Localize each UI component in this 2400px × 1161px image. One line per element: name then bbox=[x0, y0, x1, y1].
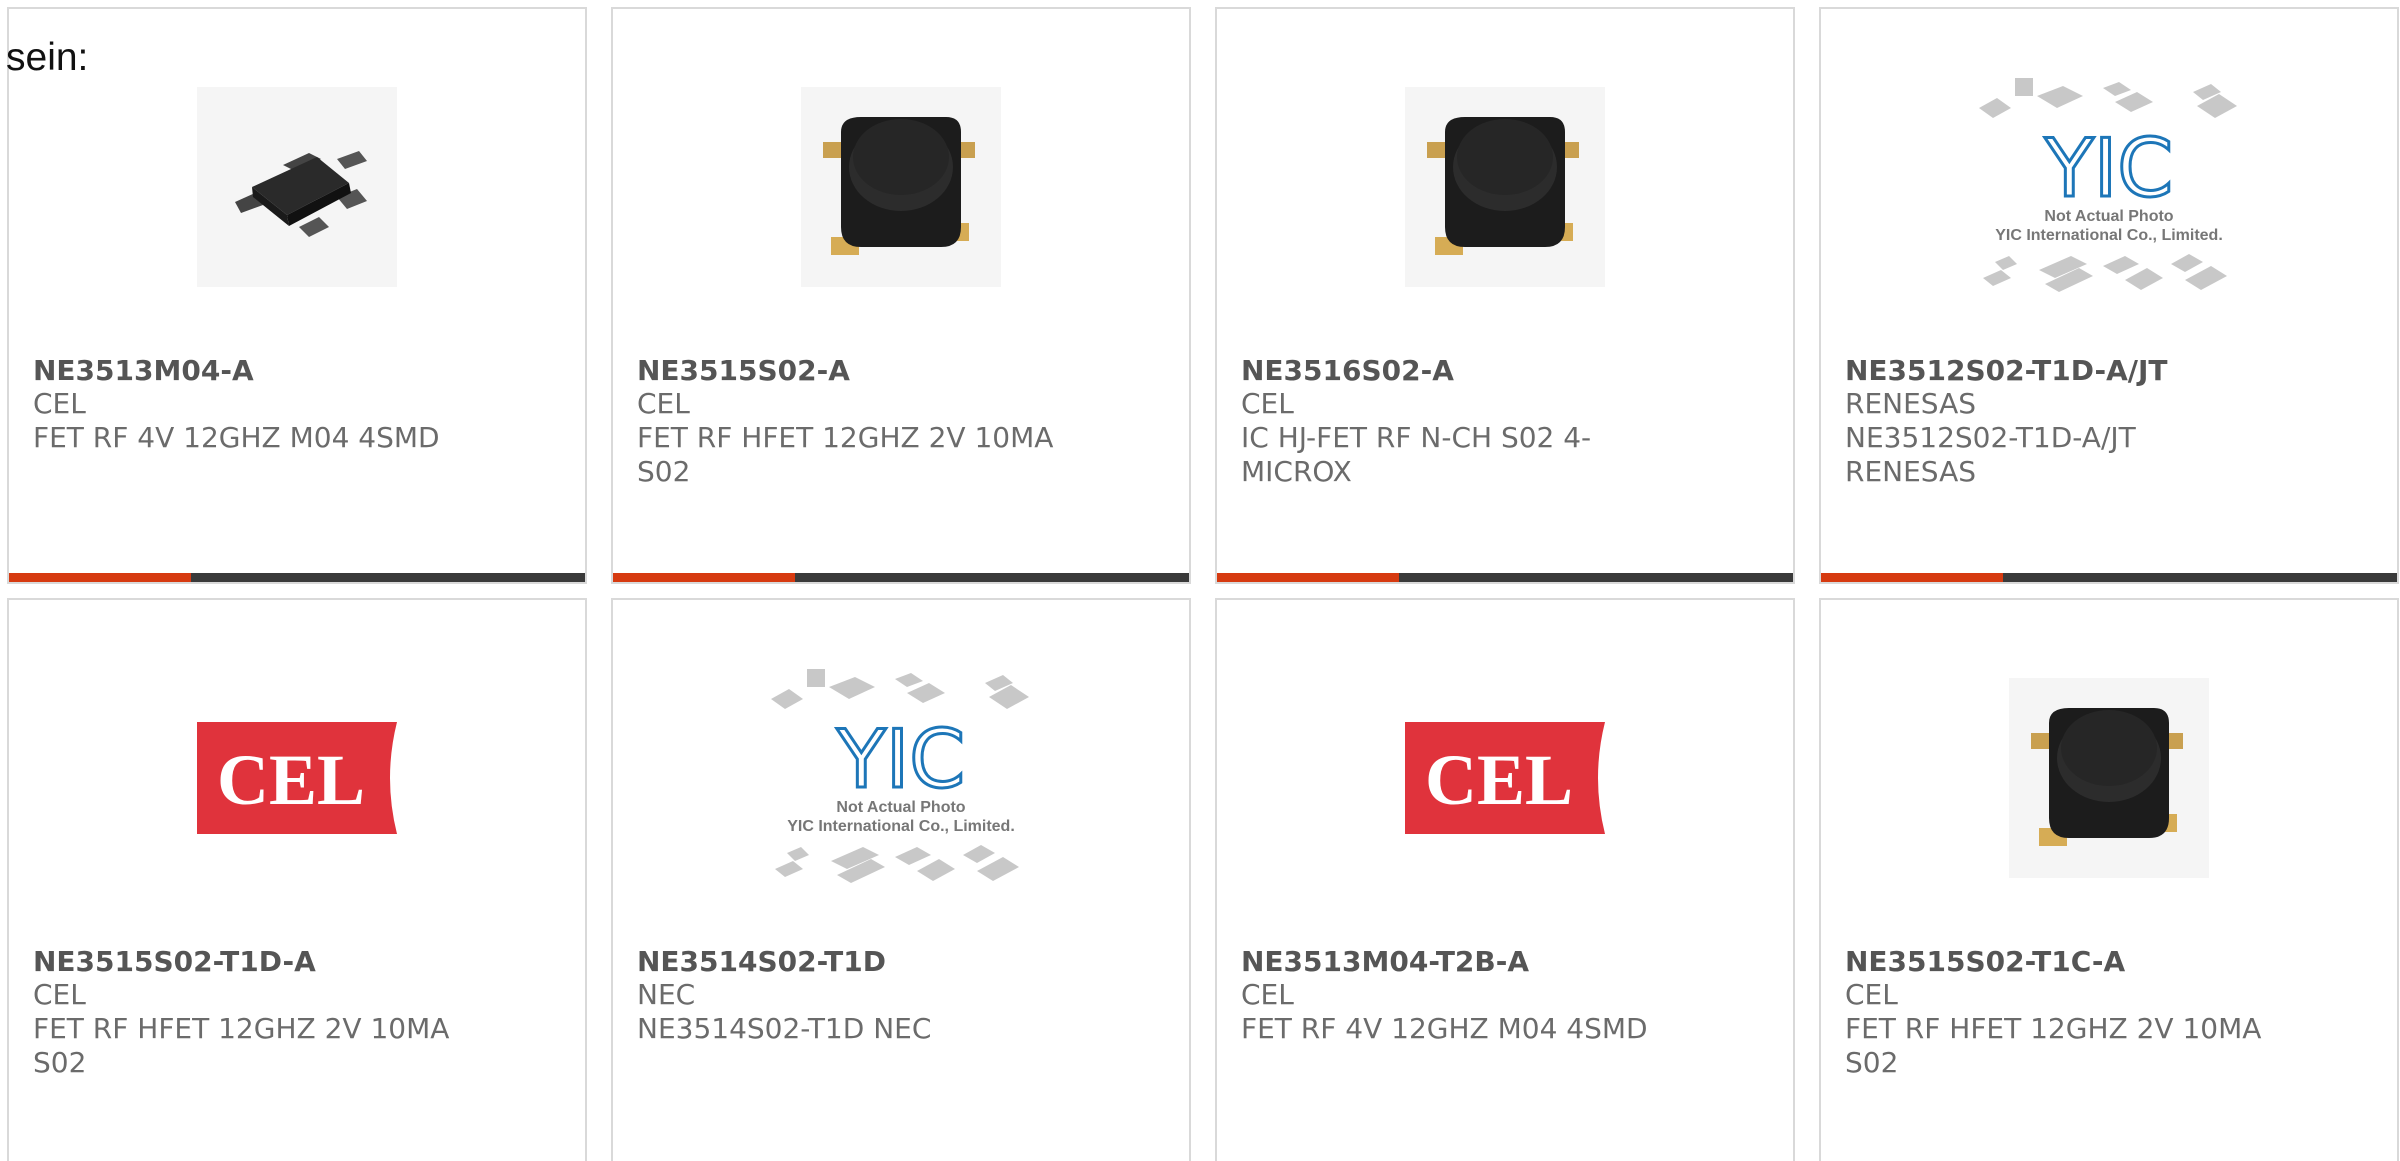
product-card[interactable]: NE3515S02-T1C-A CEL FET RF HFET 12GHZ 2V… bbox=[1819, 598, 2399, 1161]
yic-caption-line1: Not Actual Photo bbox=[2044, 208, 2173, 225]
cel-logo-text: CEL bbox=[217, 740, 365, 820]
manufacturer: RENESAS bbox=[1845, 387, 1977, 420]
product-card[interactable]: YIC Not Actual Photo YIC International C… bbox=[1819, 7, 2399, 584]
manufacturer: CEL bbox=[1241, 978, 1294, 1011]
manufacturer: CEL bbox=[33, 387, 86, 420]
lead-text: sein: bbox=[6, 36, 89, 79]
part-number-link[interactable]: NE3515S02-T1D-A bbox=[33, 945, 565, 978]
product-image[interactable]: CEL bbox=[9, 670, 585, 885]
manufacturer: CEL bbox=[637, 387, 690, 420]
description: FET RF HFET 12GHZ 2V 10MA S02 bbox=[637, 421, 1054, 488]
part-number-link[interactable]: NE3512S02-T1D-A/JT bbox=[1845, 354, 2377, 387]
description: IC HJ-FET RF N-CH S02 4-MICROX bbox=[1241, 421, 1592, 488]
yic-mark: YIC bbox=[2044, 122, 2173, 215]
s02-package-icon bbox=[2009, 677, 2209, 878]
product-card[interactable]: NE3515S02-A CEL FET RF HFET 12GHZ 2V 10M… bbox=[611, 7, 1191, 584]
part-number-link[interactable]: NE3516S02-A bbox=[1241, 354, 1773, 387]
product-card[interactable]: CEL NE3513M04-T2B-A CEL FET RF 4V 12GHZ … bbox=[1215, 598, 1795, 1161]
part-number-link[interactable]: NE3514S02-T1D bbox=[637, 945, 1169, 978]
yic-caption-line2: YIC International Co., Limited. bbox=[1995, 227, 2223, 244]
part-number-link[interactable]: NE3513M04-A bbox=[33, 354, 565, 387]
description: NE3514S02-T1D NEC bbox=[637, 1012, 932, 1045]
product-image[interactable]: CEL bbox=[1217, 670, 1793, 885]
card-accent-bar bbox=[1217, 573, 1399, 582]
product-card[interactable]: NE3516S02-A CEL IC HJ-FET RF N-CH S02 4-… bbox=[1215, 7, 1795, 584]
card-accent-bar bbox=[9, 573, 191, 582]
product-card[interactable]: CEL NE3515S02-T1D-A CEL FET RF HFET 12GH… bbox=[7, 598, 587, 1161]
cel-logo-icon: CEL bbox=[1405, 721, 1605, 834]
part-number-link[interactable]: NE3515S02-T1C-A bbox=[1845, 945, 2377, 978]
cel-logo-text: CEL bbox=[1425, 740, 1573, 820]
m04-package-icon bbox=[197, 86, 397, 287]
manufacturer: CEL bbox=[1845, 978, 1898, 1011]
product-card[interactable]: NE3513M04-A CEL FET RF 4V 12GHZ M04 4SMD bbox=[7, 7, 587, 584]
card-bottom-bar bbox=[613, 573, 1189, 582]
product-image[interactable] bbox=[1821, 670, 2397, 885]
product-image[interactable] bbox=[9, 79, 585, 294]
cel-logo-icon: CEL bbox=[197, 721, 397, 834]
yic-mark: YIC bbox=[836, 713, 965, 806]
product-image[interactable]: YIC Not Actual Photo YIC International C… bbox=[1821, 77, 2397, 294]
s02-package-icon bbox=[1405, 86, 1605, 287]
description: FET RF 4V 12GHZ M04 4SMD bbox=[33, 421, 440, 454]
product-image[interactable] bbox=[613, 79, 1189, 294]
card-accent-bar bbox=[613, 573, 795, 582]
manufacturer: CEL bbox=[1241, 387, 1294, 420]
description: FET RF 4V 12GHZ M04 4SMD bbox=[1241, 1012, 1648, 1045]
card-accent-bar bbox=[1821, 573, 2003, 582]
s02-package-icon bbox=[801, 86, 1001, 287]
description: FET RF HFET 12GHZ 2V 10MA S02 bbox=[33, 1012, 450, 1079]
part-number-link[interactable]: NE3513M04-T2B-A bbox=[1241, 945, 1773, 978]
product-card[interactable]: YIC Not Actual Photo YIC International C… bbox=[611, 598, 1191, 1161]
manufacturer: NEC bbox=[637, 978, 696, 1011]
card-bottom-bar bbox=[9, 573, 585, 582]
product-image[interactable]: YIC Not Actual Photo YIC International C… bbox=[613, 668, 1189, 885]
description: FET RF HFET 12GHZ 2V 10MA S02 bbox=[1845, 1012, 2262, 1079]
part-number-link[interactable]: NE3515S02-A bbox=[637, 354, 1169, 387]
manufacturer: CEL bbox=[33, 978, 86, 1011]
card-bottom-bar bbox=[1217, 573, 1793, 582]
card-bottom-bar bbox=[1821, 573, 2397, 582]
yic-caption-line1: Not Actual Photo bbox=[836, 799, 965, 816]
yic-placeholder-icon: YIC Not Actual Photo YIC International C… bbox=[767, 657, 1035, 899]
yic-placeholder-icon: YIC Not Actual Photo YIC International C… bbox=[1975, 66, 2243, 308]
product-image[interactable] bbox=[1217, 79, 1793, 294]
description: NE3512S02-T1D-A/JT RENESAS bbox=[1845, 421, 2136, 488]
yic-caption-line2: YIC International Co., Limited. bbox=[787, 818, 1015, 835]
